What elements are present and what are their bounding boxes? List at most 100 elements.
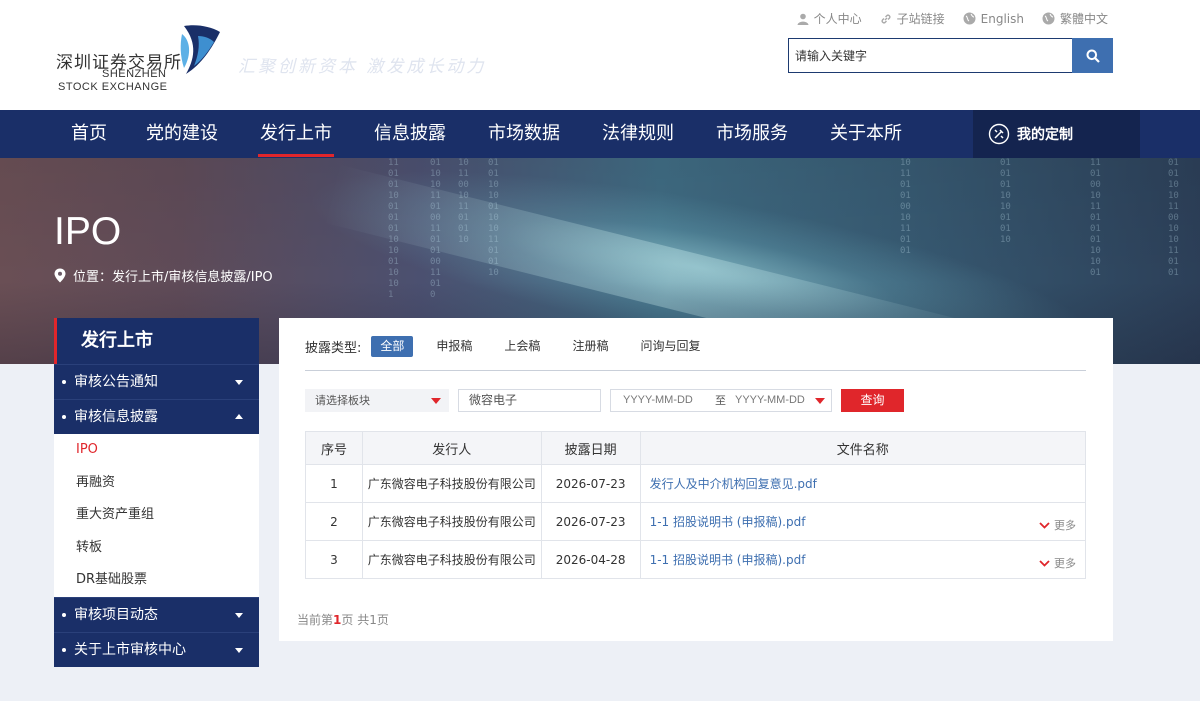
sidebar-item-project-updates[interactable]: 审核项目动态 <box>54 596 259 632</box>
szse-logo[interactable]: 深圳证券交易所 SHENZHEN STOCK EXCHANGE <box>56 25 236 96</box>
more-button[interactable]: 更多 <box>1039 555 1076 571</box>
search-button[interactable] <box>1072 38 1113 73</box>
cell-issuer: 广东微容电子科技股份有限公司 <box>361 540 542 579</box>
globe-icon <box>963 12 976 25</box>
pagination-info: 当前第1页 共1页 <box>297 611 389 628</box>
cell-file: 1-1 招股说明书 (申报稿).pdf 更多 <box>639 502 1087 541</box>
date-end-input[interactable]: YYYY-MM-DD <box>735 390 805 411</box>
chevron-down-icon <box>235 380 243 385</box>
pager-prefix: 当前第 <box>297 613 334 627</box>
keyword-input[interactable]: 微容电子 <box>458 389 601 412</box>
more-button[interactable]: 更多 <box>1039 517 1076 533</box>
cell-date: 2026-07-23 <box>540 464 641 503</box>
type-filter-inquiry-reply[interactable]: 问询与回复 <box>631 336 709 357</box>
sidebar-item-audit-disclosure[interactable]: 审核信息披露 <box>54 399 259 434</box>
column-header-no: 序号 <box>305 431 363 465</box>
type-filter-meeting[interactable]: 上会稿 <box>495 336 549 357</box>
table-header-row: 序号 发行人 披露日期 文件名称 <box>305 431 1087 465</box>
sidebar-item-label: 审核信息披露 <box>74 409 158 425</box>
column-header-date: 披露日期 <box>540 431 641 465</box>
logo-english-line1: SHENZHEN <box>102 68 167 80</box>
util-link-label: 个人中心 <box>813 12 862 26</box>
link-icon <box>881 14 891 23</box>
chevron-down-icon <box>1039 521 1050 529</box>
divider <box>305 370 1086 371</box>
location-pin-icon <box>54 268 66 283</box>
search-input[interactable] <box>788 38 1072 73</box>
search-icon <box>1086 49 1100 63</box>
pager-suffix: 页 共1页 <box>341 613 389 627</box>
logo-english-line2: STOCK EXCHANGE <box>58 81 168 93</box>
nav-item-services[interactable]: 市场服务 <box>716 110 788 158</box>
util-link-label: 繁體中文 <box>1059 12 1108 26</box>
sidebar-item-audit-notices[interactable]: 审核公告通知 <box>54 364 259 399</box>
breadcrumb-text[interactable]: 位置：发行上市/审核信息披露/IPO <box>73 266 273 285</box>
sidebar-subitem-board-transfer[interactable]: 转板 <box>54 532 259 565</box>
file-link[interactable]: 发行人及中介机构回复意见.pdf <box>650 477 817 491</box>
nav-item-home[interactable]: 首页 <box>71 110 107 158</box>
sidebar-submenu: IPO 再融资 重大资产重组 转板 DR基础股票 <box>54 434 259 597</box>
subsite-links-link[interactable]: 子站链接 <box>880 10 945 27</box>
page-title: IPO <box>54 210 122 253</box>
sidebar-subitem-dr-stock[interactable]: DR基础股票 <box>54 564 259 597</box>
table-row: 3 广东微容电子科技股份有限公司 2026-04-28 1-1 招股说明书 (申… <box>305 540 1087 579</box>
cell-file: 发行人及中介机构回复意见.pdf <box>639 464 1087 503</box>
cell-date: 2026-07-23 <box>540 502 641 541</box>
sidebar-subitem-refinancing[interactable]: 再融资 <box>54 467 259 500</box>
disclosure-table: 序号 发行人 披露日期 文件名称 1 广东微容电子科技股份有限公司 2026-0… <box>305 431 1087 579</box>
breadcrumb: 位置：发行上市/审核信息披露/IPO <box>54 266 273 285</box>
personal-center-link[interactable]: 个人中心 <box>797 10 862 27</box>
chevron-down-icon <box>235 647 243 653</box>
top-header: 深圳证券交易所 SHENZHEN STOCK EXCHANGE 汇聚创新资本 激… <box>0 0 1200 110</box>
sidebar-item-label: 关于上市审核中心 <box>74 641 186 658</box>
table-row: 1 广东微容电子科技股份有限公司 2026-07-23 发行人及中介机构回复意见… <box>305 464 1087 503</box>
nav-item-disclosure[interactable]: 信息披露 <box>374 110 446 158</box>
more-label: 更多 <box>1054 519 1076 532</box>
chevron-down-icon <box>235 612 243 618</box>
board-select-value: 请选择板块 <box>315 394 370 407</box>
slogan: 汇聚创新资本 激发成长动力 <box>238 57 487 77</box>
more-label: 更多 <box>1054 557 1076 570</box>
date-range-picker[interactable]: YYYY-MM-DD 至 YYYY-MM-DD <box>610 389 832 412</box>
sidebar-title: 发行上市 <box>54 318 259 364</box>
user-icon <box>797 13 809 25</box>
sidebar-item-about-center[interactable]: 关于上市审核中心 <box>54 631 259 667</box>
disclosure-type-label: 披露类型: <box>305 341 362 356</box>
file-link[interactable]: 1-1 招股说明书 (申报稿).pdf <box>650 515 806 529</box>
disclosure-type-filter: 披露类型: 全部 申报稿 上会稿 注册稿 问询与回复 <box>305 336 723 357</box>
nav-item-rules[interactable]: 法律规则 <box>602 110 674 158</box>
english-link[interactable]: English <box>963 10 1024 27</box>
sidebar-subitem-ipo[interactable]: IPO <box>54 434 259 467</box>
nav-item-party-building[interactable]: 党的建设 <box>146 110 218 158</box>
util-link-label: English <box>980 11 1024 26</box>
sidebar-subitem-restructuring[interactable]: 重大资产重组 <box>54 499 259 532</box>
board-select[interactable]: 请选择板块 <box>305 389 449 412</box>
util-link-label: 子站链接 <box>896 12 945 26</box>
date-start-input[interactable]: YYYY-MM-DD <box>623 390 693 411</box>
type-filter-registration[interactable]: 注册稿 <box>563 336 617 357</box>
traditional-chinese-link[interactable]: 繁體中文 <box>1042 10 1108 27</box>
cell-issuer: 广东微容电子科技股份有限公司 <box>361 502 542 541</box>
cell-no: 2 <box>305 502 363 541</box>
globe-icon <box>1042 12 1055 25</box>
customize-icon <box>988 123 1010 145</box>
nav-item-about[interactable]: 关于本所 <box>830 110 902 158</box>
cell-date: 2026-04-28 <box>540 540 641 579</box>
logo-mark-icon <box>180 25 220 74</box>
file-link[interactable]: 1-1 招股说明书 (申报稿).pdf <box>650 553 806 567</box>
column-header-file: 文件名称 <box>639 431 1087 465</box>
type-filter-application[interactable]: 申报稿 <box>427 336 481 357</box>
column-header-issuer: 发行人 <box>361 431 542 465</box>
custom-label: 我的定制 <box>1017 127 1073 143</box>
my-customization-button[interactable]: 我的定制 <box>973 110 1140 158</box>
dropdown-arrow-icon <box>815 398 825 404</box>
utility-links: 个人中心 子站链接 English 繁體中文 <box>797 10 1108 27</box>
cell-no: 3 <box>305 540 363 579</box>
query-button[interactable]: 查询 <box>841 389 904 412</box>
main-nav: 首页 党的建设 发行上市 信息披露 市场数据 法律规则 市场服务 关于本所 我的… <box>0 110 1200 158</box>
nav-item-market-data[interactable]: 市场数据 <box>488 110 560 158</box>
sidebar: 发行上市 审核公告通知 审核信息披露 IPO 再融资 重大资产重组 转板 DR基… <box>54 318 259 667</box>
type-filter-all[interactable]: 全部 <box>371 336 414 357</box>
cell-no: 1 <box>305 464 363 503</box>
nav-item-listing[interactable]: 发行上市 <box>258 110 334 158</box>
